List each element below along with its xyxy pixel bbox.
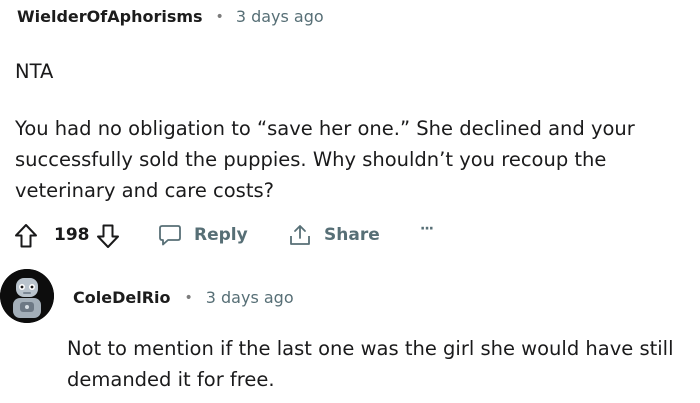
separator-dot: •	[184, 289, 193, 306]
upvote-button[interactable]	[14, 223, 38, 253]
share-label: Share	[324, 225, 380, 245]
share-button[interactable]: Share	[288, 223, 380, 247]
reply-button[interactable]: Reply	[158, 223, 248, 247]
more-options-button[interactable]: ···	[420, 221, 434, 237]
comment-body: You had no obligation to “save her one.”…	[15, 117, 635, 202]
vote-count: 198	[54, 225, 90, 245]
comment-timestamp[interactable]: 3 days ago	[236, 7, 324, 26]
separator-dot: •	[215, 8, 224, 25]
share-icon	[290, 225, 310, 245]
avatar[interactable]	[0, 269, 54, 323]
reply-label: Reply	[194, 225, 248, 245]
reply-author[interactable]: ColeDelRio	[73, 288, 170, 307]
comment-header: WielderOfAphorisms • 3 days ago	[17, 7, 324, 26]
reply-timestamp[interactable]: 3 days ago	[206, 288, 294, 307]
speech-bubble-icon	[159, 225, 181, 246]
comment-action-bar: 198 Reply Share ···	[14, 221, 444, 251]
robot-avatar-icon	[0, 269, 54, 323]
upvote-arrow-icon	[15, 224, 37, 248]
downvote-arrow-icon	[97, 224, 119, 248]
reply-header: ColeDelRio • 3 days ago	[73, 288, 294, 307]
comment-author[interactable]: WielderOfAphorisms	[17, 7, 203, 26]
downvote-button[interactable]	[96, 223, 120, 253]
comment-line-nta: NTA	[15, 60, 54, 83]
reply-body: Not to mention if the last one was the g…	[67, 337, 674, 391]
